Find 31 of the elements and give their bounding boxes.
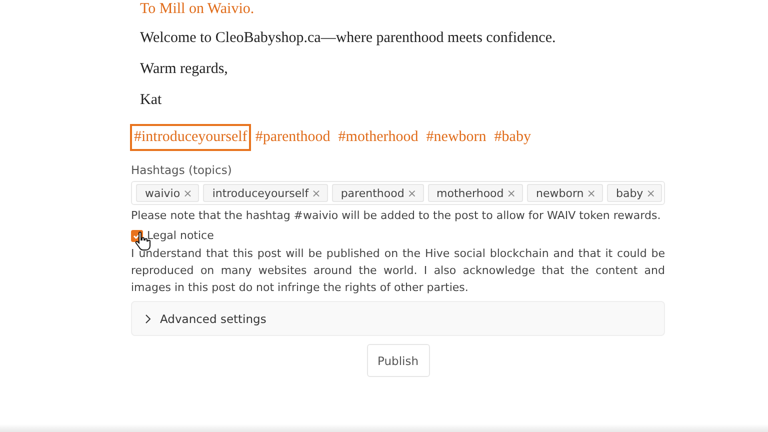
legal-text: I understand that this post will be published on the Hive social blockchain and that it could be reproduced on many websites around the world. I also acknowledge that the content and images in this post do not infringe the rights of other parties. bbox=[131, 246, 665, 296]
remove-tag-button[interactable]: × bbox=[506, 186, 516, 200]
hashtag-link[interactable]: #baby bbox=[490, 124, 535, 151]
remove-tag-button[interactable]: × bbox=[407, 186, 417, 200]
tag-label: newborn bbox=[536, 186, 584, 200]
hashtag-link[interactable]: #parenthood bbox=[251, 124, 334, 151]
remove-tag-button[interactable]: × bbox=[183, 186, 192, 200]
checkmark-icon bbox=[133, 232, 141, 240]
publish-button[interactable]: Publish bbox=[366, 344, 430, 377]
hashtag-note: Please note that the hashtag #waivio will be added to the post to allow for WAIV token rewards. bbox=[131, 209, 662, 222]
tag-label: waivio bbox=[145, 186, 180, 200]
tag-label: motherhood bbox=[436, 186, 504, 200]
post-paragraph: Warm regards, bbox=[140, 60, 228, 79]
remove-tag-button[interactable]: × bbox=[646, 186, 656, 200]
tag-label: baby bbox=[616, 186, 644, 200]
hashtag-link[interactable]: #introduceyourself bbox=[130, 124, 252, 151]
advanced-settings-panel[interactable]: Advanced settings bbox=[131, 301, 665, 336]
post-paragraph: Welcome to CleoBabyshop.ca—where parenthood meets confidence. bbox=[140, 29, 556, 48]
hashtags-field[interactable]: waivio × introduceyourself × parenthood × motherhood × newborn × baby × bbox=[131, 181, 665, 205]
post-paragraph: Kat bbox=[140, 91, 162, 110]
hashtag-link[interactable]: #newborn bbox=[422, 124, 490, 151]
remove-tag-button[interactable]: × bbox=[312, 186, 321, 200]
hashtag-link[interactable]: #motherhood bbox=[334, 124, 422, 151]
remove-tag-button[interactable]: × bbox=[586, 186, 596, 200]
field-label: Hashtags (topics) bbox=[131, 163, 233, 177]
advanced-settings-label: Advanced settings bbox=[160, 312, 266, 326]
legal-label: Legal notice bbox=[147, 229, 214, 242]
tag-label: parenthood bbox=[340, 186, 404, 200]
chevron-icon bbox=[144, 314, 152, 324]
tag-label: introduceyourself bbox=[212, 186, 309, 200]
post-link[interactable]: To Mill on Waivio. bbox=[140, 1, 254, 17]
